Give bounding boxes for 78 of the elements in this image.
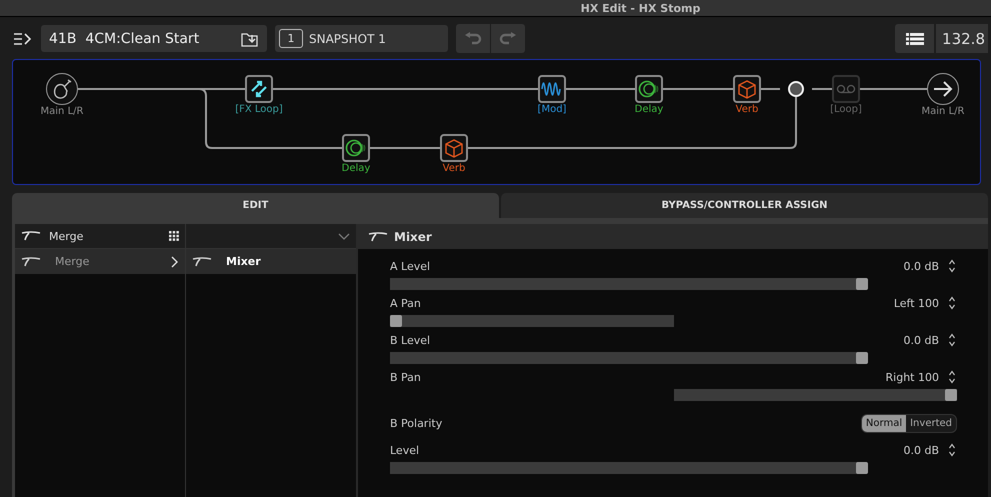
polarity-option[interactable]: Normal bbox=[862, 414, 906, 432]
merge-icon bbox=[192, 256, 212, 266]
slider-thumb[interactable] bbox=[856, 278, 868, 290]
model-label: Mixer bbox=[226, 255, 261, 268]
param-value: 0.0 dB bbox=[903, 260, 939, 272]
effect-block[interactable] bbox=[342, 134, 370, 162]
snapshot-number: 1 bbox=[279, 29, 303, 48]
redo-icon bbox=[499, 32, 517, 46]
arrow-right-icon bbox=[933, 81, 953, 97]
slider-thumb[interactable] bbox=[945, 389, 957, 401]
param-label: B Polarity bbox=[390, 416, 442, 430]
effect-block[interactable] bbox=[538, 75, 566, 103]
output-node[interactable] bbox=[927, 73, 959, 105]
param-label: B Pan bbox=[390, 370, 421, 384]
cube-icon bbox=[444, 138, 464, 158]
menu-toggle-icon[interactable] bbox=[13, 32, 33, 46]
param-label: A Pan bbox=[390, 296, 421, 310]
folder-save-icon[interactable] bbox=[241, 30, 259, 46]
block-label: [Mod] bbox=[538, 104, 566, 115]
echo-circles-icon bbox=[638, 80, 660, 98]
param-value: 0.0 dB bbox=[903, 334, 939, 346]
block-label: Verb bbox=[736, 104, 758, 115]
effect-block[interactable] bbox=[635, 75, 663, 103]
block-label: Main L/R bbox=[40, 106, 84, 117]
merge-icon bbox=[21, 256, 41, 266]
chevron-right-icon bbox=[171, 256, 179, 268]
window-title: HX Edit - HX Stomp bbox=[580, 2, 700, 14]
snapshot-selector[interactable]: 1 SNAPSHOT 1 bbox=[275, 25, 448, 52]
category-label: Merge bbox=[55, 255, 90, 268]
stepper-icon[interactable] bbox=[949, 333, 955, 347]
param-value: Left 100 bbox=[894, 296, 939, 310]
model-item[interactable]: Mixer bbox=[186, 249, 356, 274]
snapshot-name: SNAPSHOT 1 bbox=[309, 32, 386, 46]
block-label: Delay bbox=[342, 163, 370, 174]
panel-tab[interactable]: EDIT bbox=[12, 193, 499, 218]
undo-icon bbox=[464, 32, 482, 46]
input-node[interactable] bbox=[46, 73, 78, 105]
polarity-option[interactable]: Inverted bbox=[906, 414, 956, 432]
wave-icon bbox=[541, 81, 563, 97]
effect-block[interactable] bbox=[733, 75, 761, 103]
stepper-icon[interactable] bbox=[949, 443, 955, 457]
preset-name: 41B 4CM:Clean Start bbox=[49, 30, 200, 46]
cube-icon bbox=[737, 79, 757, 99]
stepper-icon[interactable] bbox=[949, 259, 955, 273]
tempo-display[interactable]: 132.8 bbox=[935, 24, 988, 53]
category-item[interactable]: Merge bbox=[15, 249, 185, 274]
block-label: Delay bbox=[634, 104, 664, 115]
effect-block[interactable] bbox=[440, 134, 468, 162]
list-icon bbox=[906, 32, 924, 44]
merge-point[interactable] bbox=[788, 81, 804, 97]
param-value: 0.0 dB bbox=[903, 444, 939, 456]
param-label: Level bbox=[390, 444, 420, 456]
param-value: Right 100 bbox=[886, 370, 939, 384]
list-view-button[interactable] bbox=[895, 24, 934, 53]
block-label: [Loop] bbox=[830, 104, 862, 115]
grid-icon[interactable] bbox=[169, 231, 179, 241]
merge-icon bbox=[368, 232, 388, 242]
echo-circles-icon bbox=[345, 139, 367, 157]
double-arrow-icon bbox=[249, 79, 269, 99]
block-title: Mixer bbox=[394, 230, 432, 244]
merge-icon bbox=[21, 231, 41, 241]
chevron-down-icon bbox=[338, 232, 350, 240]
param-label: A Level bbox=[390, 260, 430, 272]
slider-thumb[interactable] bbox=[856, 352, 868, 364]
stepper-icon[interactable] bbox=[949, 296, 955, 310]
param-label: B Level bbox=[390, 334, 430, 346]
block-label: Verb bbox=[442, 163, 466, 174]
preset-selector[interactable]: 41B 4CM:Clean Start bbox=[41, 25, 267, 52]
block-label: [FX Loop] bbox=[235, 104, 283, 115]
effect-block[interactable] bbox=[245, 75, 273, 103]
block-label: Main L/R bbox=[922, 106, 964, 117]
category-title: Merge bbox=[49, 230, 84, 242]
stepper-icon[interactable] bbox=[949, 370, 955, 384]
slider-thumb[interactable] bbox=[856, 462, 868, 474]
slider-thumb[interactable] bbox=[390, 315, 402, 327]
category-header[interactable]: Merge bbox=[15, 224, 185, 249]
tape-icon bbox=[836, 83, 856, 95]
panel-tab[interactable]: BYPASS/CONTROLLER ASSIGN bbox=[501, 193, 988, 218]
